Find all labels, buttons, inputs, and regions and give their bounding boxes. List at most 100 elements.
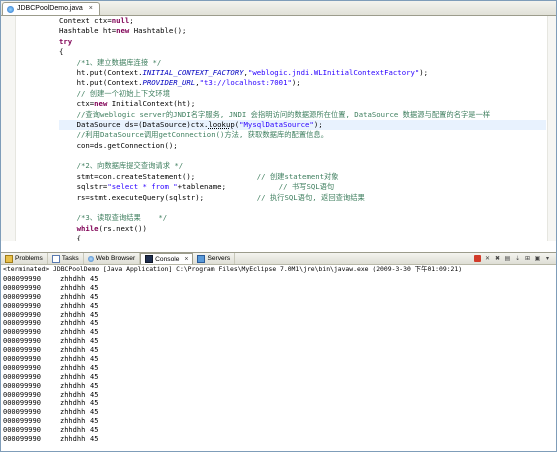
scroll-lock-icon[interactable]: ⇣ [514, 255, 521, 262]
tab-problems[interactable]: Problems [1, 253, 48, 264]
console-cell: zhhdhh [60, 301, 86, 310]
tab-web-browser[interactable]: Web Browser [84, 253, 141, 264]
tab-label: Console [155, 255, 180, 263]
console-line: 000099990 zhhdhh 45 [1, 311, 556, 320]
code-token: try [59, 36, 73, 46]
editor-tab-jdbcpooldemo[interactable]: JDBCPoolDemo.java × [2, 2, 100, 15]
console-cell: zhhdhh [60, 435, 86, 444]
console-icon [145, 255, 154, 263]
console-cell: 000099990 [3, 275, 41, 283]
console-cell: zhhdhh [60, 283, 86, 292]
code-token: // 执行SQL语句, 返回查询结果 [256, 192, 365, 202]
console-line: 000099990 zhhdhh 45 [1, 373, 556, 382]
code-line: stmt=con.createStatement(); // 创建stateme… [59, 172, 546, 182]
console-cell: 000099990 [3, 292, 41, 301]
console-line: 000099990 zhhdhh 45 [1, 435, 556, 444]
code-token: con=ds.getConnection(); [76, 140, 178, 150]
console-cell: zhhdhh [60, 381, 86, 390]
console-cell: 45 [90, 310, 99, 319]
java-file-icon [7, 5, 14, 13]
console-cell: zhhdhh [60, 310, 86, 319]
code-token: PROVIDER_URL [142, 78, 196, 88]
console-cell: 000099990 [3, 310, 41, 319]
code-token: /*3、读取查询结果 */ [76, 213, 168, 223]
code-area[interactable]: Context ctx=null; Hashtable ht=new Hashta… [59, 16, 546, 241]
console-line: 000099990 zhhdhh 45 [1, 355, 556, 364]
console-cell: zhhdhh [60, 417, 86, 426]
console-line: 000099990 zhhdhh 45 [1, 337, 556, 346]
code-token: Hashtable(); [129, 26, 187, 36]
console-line: 000099990 zhhdhh 45 [1, 364, 556, 373]
code-editor[interactable]: Context ctx=null; Hashtable ht=new Hashta… [1, 16, 556, 241]
code-token: ht.put(Context. [76, 67, 143, 77]
tab-label: Tasks [61, 255, 79, 262]
code-line: rs=stmt.executeQuery(sqlstr); // 执行SQL语句… [59, 193, 546, 203]
console-output[interactable]: 000099990 zhhdhh 45 000099990 zhhdhh 45 000099… [1, 275, 556, 451]
clear-console-icon[interactable]: ▤ [504, 255, 511, 262]
tasks-icon [51, 254, 60, 263]
console-cell: 45 [90, 319, 99, 328]
code-token: "t3://localhost:7001" [199, 78, 292, 88]
console-cell: 45 [90, 399, 99, 408]
tab-servers[interactable]: Servers [193, 253, 236, 264]
console-cell: 000099990 [3, 337, 41, 346]
code-token: "weblogic.jndi.WLInitialContextFactory" [247, 67, 420, 77]
console-cell: 000099990 [3, 283, 41, 292]
pin-console-icon[interactable]: ⊞ [524, 255, 531, 262]
code-token: new [94, 99, 108, 109]
code-token: { [76, 234, 81, 241]
console-cell: 000099990 [3, 390, 41, 399]
open-console-icon[interactable]: ▾ [544, 255, 551, 262]
close-icon[interactable]: × [184, 256, 188, 263]
editor-tab-strip: JDBCPoolDemo.java × [1, 1, 556, 16]
display-console-icon[interactable]: ▣ [534, 255, 541, 262]
console-launch-description: <terminated> JDBCPoolDemo [Java Applicat… [3, 265, 463, 273]
console-cell: zhhdhh [60, 275, 86, 283]
code-token: // 创建statement对象 [256, 171, 339, 181]
console-cell: 45 [90, 417, 99, 426]
console-cell: zhhdhh [60, 337, 86, 346]
console-cell: 45 [90, 346, 99, 355]
remove-all-icon[interactable]: ✖ [494, 255, 501, 262]
console-cell: 000099990 [3, 355, 41, 364]
servers-icon [197, 254, 206, 263]
code-line: { [59, 47, 546, 57]
code-token: ); [291, 78, 301, 88]
console-cell: 45 [90, 283, 99, 292]
tab-console[interactable]: Console × [140, 253, 194, 264]
code-line: /*3、读取查询结果 */ [59, 213, 546, 223]
code-token: Hashtable ht= [59, 26, 117, 36]
terminate-icon[interactable] [474, 255, 481, 262]
console-line: 000099990 zhhdhh 45 [1, 275, 556, 284]
code-line: ht.put(Context.PROVIDER_URL,"t3://localh… [59, 78, 546, 88]
code-token: stmt=con.createStatement(); [76, 171, 257, 181]
close-icon[interactable]: × [89, 3, 93, 15]
console-cell: 45 [90, 275, 99, 283]
console-cell: 45 [90, 435, 99, 444]
console-cell: zhhdhh [60, 328, 86, 337]
code-line: sqlstr="select * from "+tablename; // 书写… [59, 182, 546, 192]
console-cell: zhhdhh [60, 363, 86, 372]
console-line: 000099990 zhhdhh 45 [1, 346, 556, 355]
console-line: 000099990 zhhdhh 45 [1, 417, 556, 426]
code-line: /*1、建立数据库连接 */ [59, 58, 546, 68]
console-line: 000099990 zhhdhh 45 [1, 426, 556, 435]
tab-tasks[interactable]: Tasks [48, 253, 84, 264]
code-line: { [59, 234, 546, 241]
code-line: Hashtable ht=new Hashtable(); [59, 26, 546, 36]
ide-window: JDBCPoolDemo.java × Context ctx=null; Has… [0, 0, 557, 452]
web-icon [87, 255, 94, 262]
console-cell: 000099990 [3, 301, 41, 310]
code-token: // 书写SQL语句 [278, 182, 335, 192]
code-token: ); [313, 119, 323, 129]
code-token: DataSource ds=(DataSource)ctx. [76, 119, 209, 129]
code-line: try [59, 37, 546, 47]
code-token: ; [129, 16, 134, 25]
console-cell: 000099990 [3, 417, 41, 426]
console-line: 000099990 zhhdhh 45 [1, 391, 556, 400]
code-token: // 创建一个初始上下文环境 [76, 88, 171, 98]
code-line: Context ctx=null; [59, 16, 546, 26]
remove-launch-icon[interactable]: ✕ [484, 255, 491, 262]
console-line: 000099990 zhhdhh 45 [1, 382, 556, 391]
